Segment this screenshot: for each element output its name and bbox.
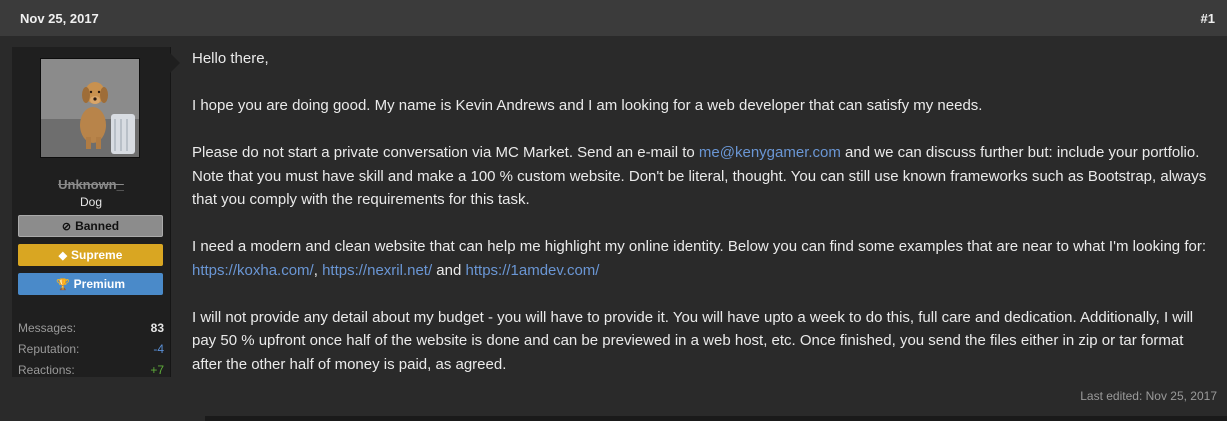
premium-label: Premium <box>73 277 126 291</box>
message-body: Hello there, I hope you are doing good. … <box>192 47 1212 400</box>
example-link-koxha[interactable]: https://koxha.com/ <box>192 262 314 279</box>
reputation-value: -4 <box>153 341 164 356</box>
stat-reactions: Reactions: +7 <box>18 359 164 380</box>
ban-icon: ⊘ <box>61 220 72 233</box>
trophy-icon: 🏆 <box>55 278 70 291</box>
diamond-icon: ◆ <box>58 249 68 262</box>
email-link[interactable]: me@kenygamer.com <box>699 144 841 161</box>
message-text: , <box>313 261 323 279</box>
message-paragraph: I hope you are doing good. My name is Ke… <box>192 97 983 114</box>
message-text: and <box>432 261 466 279</box>
message-text: Please do not start a private conversati… <box>192 144 699 161</box>
stat-label: Messages: <box>18 320 77 335</box>
user-card: Unknown_ Dog ⊘ Banned ◆ Supreme 🏆 Premiu… <box>12 47 171 377</box>
username[interactable]: Unknown_ <box>12 177 170 192</box>
banned-label: Banned <box>75 219 120 233</box>
premium-banner: 🏆 Premium <box>18 273 163 295</box>
example-link-nexril[interactable]: https://nexril.net/ <box>322 262 432 279</box>
message-text: I need a modern and clean website that c… <box>192 238 1206 255</box>
stat-reputation: Reputation: -4 <box>18 338 164 359</box>
user-stats: Messages: 83 Reputation: -4 Reactions: +… <box>18 317 164 380</box>
stat-messages: Messages: 83 <box>18 317 164 338</box>
supreme-banner: ◆ Supreme <box>18 244 163 266</box>
banned-banner: ⊘ Banned <box>18 215 163 237</box>
post-date-link[interactable]: Nov 25, 2017 <box>20 11 99 26</box>
reactions-value: +7 <box>150 362 164 377</box>
post-footer-bar <box>205 416 1227 421</box>
user-title: Dog <box>79 195 102 209</box>
supreme-label: Supreme <box>71 248 123 262</box>
post-number-link[interactable]: #1 <box>1201 11 1215 26</box>
message-paragraph: I need a modern and clean website that c… <box>192 235 1212 282</box>
messages-count[interactable]: 83 <box>151 321 164 335</box>
user-card-pointer <box>170 53 180 73</box>
stat-label: Reputation: <box>18 341 80 356</box>
dog-photo <box>41 59 139 157</box>
message-paragraph: Hello there, <box>192 50 269 67</box>
example-link-1amdev[interactable]: https://1amdev.com/ <box>466 262 600 279</box>
last-edited: Last edited: Nov 25, 2017 <box>1080 389 1217 403</box>
message-paragraph: Please do not start a private conversati… <box>192 141 1212 212</box>
post-header: Nov 25, 2017 #1 <box>0 0 1227 36</box>
message-paragraph: I will not provide any detail about my b… <box>192 308 1194 373</box>
avatar[interactable] <box>40 58 140 158</box>
stat-label: Reactions: <box>18 362 75 377</box>
